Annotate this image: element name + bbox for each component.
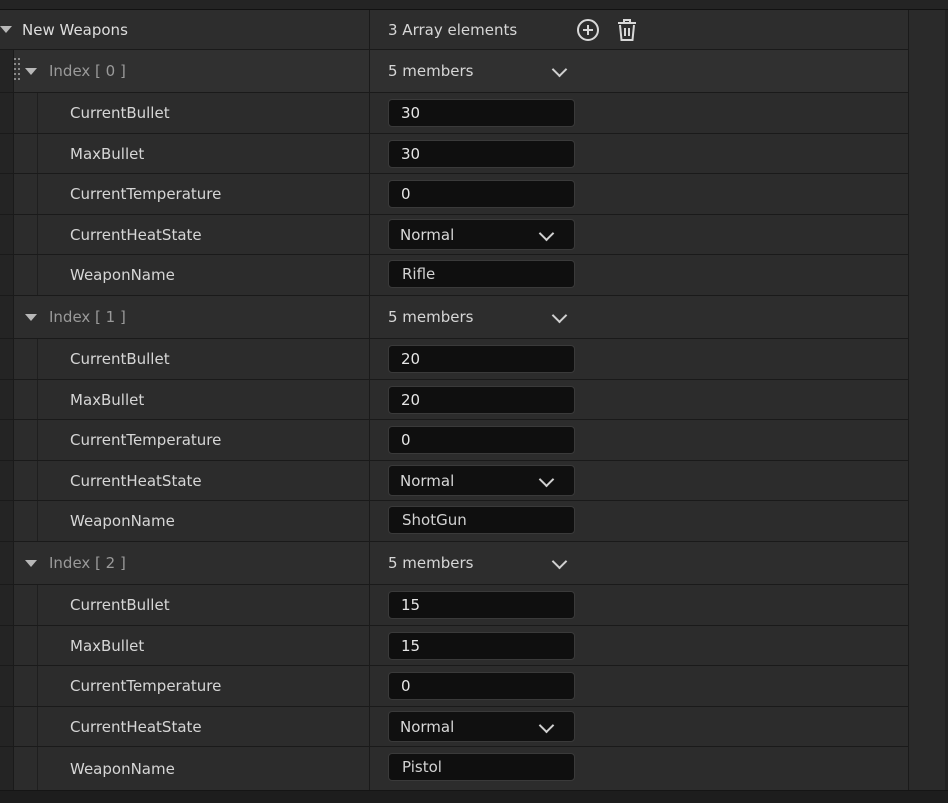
drag-grip-icon[interactable] [14,58,22,80]
prop-row-current-temperature: CurrentTemperature 0 [0,666,908,707]
prop-label: CurrentHeatState [70,717,202,736]
prop-label: CurrentHeatState [70,471,202,490]
bottom-edge-bar [0,790,948,803]
current-bullet-input[interactable]: 20 [388,345,575,373]
prop-row-max-bullet: MaxBullet 15 [0,626,908,666]
add-element-plus-circle-icon[interactable] [575,17,601,43]
array-name-label: New Weapons [22,20,128,39]
column-divider[interactable] [369,542,370,584]
array-count-label: 3 Array elements [388,20,518,39]
chevron-down-icon[interactable] [551,553,568,570]
top-edge-bar [0,0,948,10]
prop-label: WeaponName [70,512,175,530]
chevron-down-icon [538,471,555,488]
current-bullet-input[interactable]: 15 [388,591,575,619]
prop-row-current-temperature: CurrentTemperature 0 [0,174,908,215]
chevron-down-icon[interactable] [551,61,568,78]
element-index-label: Index [ 1 ] [49,308,126,326]
prop-row-weapon-name: WeaponName Rifle [0,255,908,296]
prop-row-current-bullet: CurrentBullet 20 [0,339,908,380]
current-temperature-input[interactable]: 0 [388,672,575,700]
element-2-header-row[interactable]: Index [ 2 ] 5 members [0,542,908,585]
dropdown-value: Normal [400,717,455,736]
collapse-arrow-icon[interactable] [25,314,37,321]
prop-row-max-bullet: MaxBullet 20 [0,380,908,420]
column-divider[interactable] [369,10,370,49]
max-bullet-input[interactable]: 30 [388,140,575,168]
chevron-down-icon[interactable] [551,307,568,324]
element-index-label: Index [ 2 ] [49,554,126,572]
row-gutter [0,296,14,338]
element-index-label: Index [ 0 ] [49,62,126,80]
weapon-name-input[interactable]: Rifle [388,260,575,288]
chevron-down-icon [538,225,555,242]
prop-label: MaxBullet [70,636,145,655]
collapse-arrow-icon[interactable] [25,68,37,75]
members-count-label: 5 members [388,62,474,80]
prop-row-current-bullet: CurrentBullet 30 [0,93,908,134]
prop-row-max-bullet: MaxBullet 30 [0,134,908,174]
prop-row-current-heat-state: CurrentHeatState Normal [0,707,908,747]
current-temperature-input[interactable]: 0 [388,426,575,454]
heat-state-dropdown[interactable]: Normal [388,465,575,496]
column-divider[interactable] [369,50,370,92]
collapse-arrow-icon[interactable] [0,26,12,33]
prop-row-current-heat-state: CurrentHeatState Normal [0,461,908,501]
element-0-header-row[interactable]: Index [ 0 ] 5 members [0,50,908,93]
prop-row-weapon-name: WeaponName ShotGun [0,501,908,542]
prop-label: CurrentTemperature [70,431,222,449]
prop-label: CurrentTemperature [70,185,222,203]
heat-state-dropdown[interactable]: Normal [388,219,575,250]
prop-label: WeaponName [70,266,175,284]
heat-state-dropdown[interactable]: Normal [388,711,575,742]
prop-row-current-bullet: CurrentBullet 15 [0,585,908,626]
dropdown-value: Normal [400,471,455,490]
prop-label: WeaponName [70,759,175,778]
members-count-label: 5 members [388,554,474,572]
max-bullet-input[interactable]: 15 [388,632,575,660]
delete-all-trash-icon[interactable] [614,17,640,43]
prop-row-current-temperature: CurrentTemperature 0 [0,420,908,461]
column-divider[interactable] [369,296,370,338]
dropdown-value: Normal [400,225,455,244]
array-header-row[interactable]: New Weapons 3 Array elements [0,10,908,50]
prop-row-weapon-name: WeaponName Pistol [0,747,908,790]
max-bullet-input[interactable]: 20 [388,386,575,414]
element-1-header-row[interactable]: Index [ 1 ] 5 members [0,296,908,339]
prop-label: MaxBullet [70,390,145,409]
prop-label: CurrentBullet [70,350,170,368]
prop-label: CurrentBullet [70,596,170,614]
current-bullet-input[interactable]: 30 [388,99,575,127]
prop-label: CurrentHeatState [70,225,202,244]
right-gutter-column [908,10,948,790]
row-gutter [0,50,14,92]
row-gutter [0,542,14,584]
prop-row-current-heat-state: CurrentHeatState Normal [0,215,908,255]
prop-label: MaxBullet [70,144,145,163]
current-temperature-input[interactable]: 0 [388,180,575,208]
prop-label: CurrentTemperature [70,677,222,695]
weapon-name-input[interactable]: ShotGun [388,506,575,534]
chevron-down-icon [538,717,555,734]
weapon-name-input[interactable]: Pistol [388,753,575,781]
collapse-arrow-icon[interactable] [25,560,37,567]
prop-label: CurrentBullet [70,104,170,122]
members-count-label: 5 members [388,308,474,326]
